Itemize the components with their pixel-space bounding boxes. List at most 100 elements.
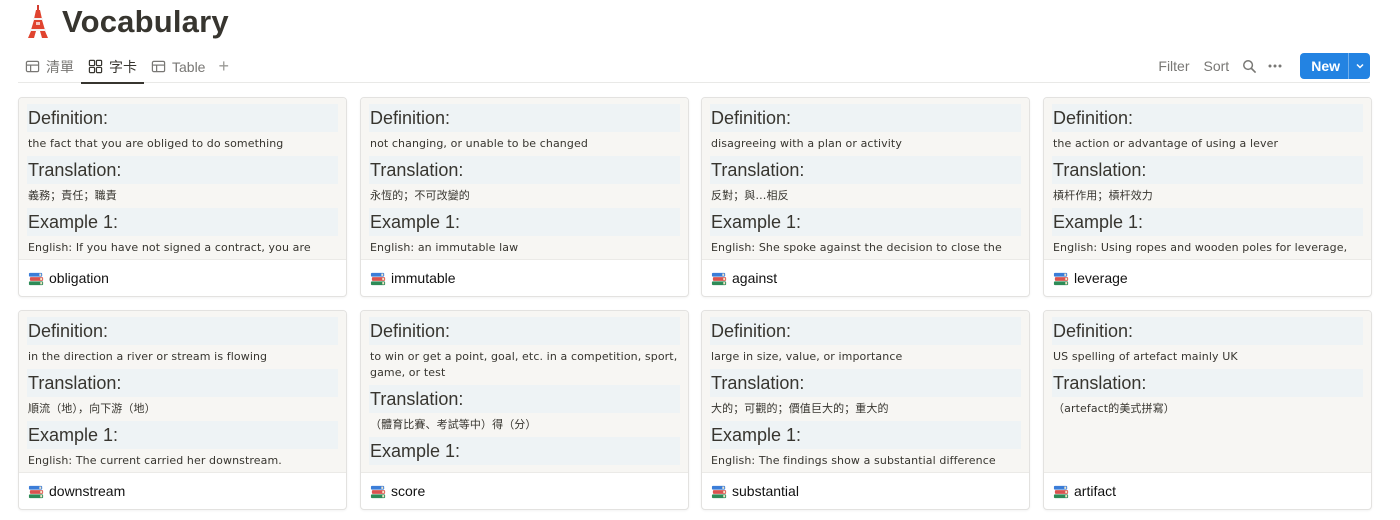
translation-text: 反對；與…相反 xyxy=(711,189,789,202)
translation-text: （artefact的美式拼寫） xyxy=(1053,402,1175,415)
card-footer: score xyxy=(370,481,680,501)
card-title: immutable xyxy=(391,270,456,286)
chevron-down-icon xyxy=(1355,63,1364,69)
card-footer: against xyxy=(711,268,1021,288)
translation-heading: Translation: xyxy=(710,369,1021,397)
example-text: English: The current carried her downstr… xyxy=(28,454,282,467)
card-footer: obligation xyxy=(28,268,338,288)
gallery-card-downstream[interactable]: Definition: in the direction a river or … xyxy=(18,310,347,510)
example-text: English: an immutable law xyxy=(370,241,519,254)
gallery-card-leverage[interactable]: Definition: the action or advantage of u… xyxy=(1043,97,1372,297)
tab-list[interactable]: 清單 xyxy=(18,50,81,83)
translation-heading: Translation: xyxy=(27,156,338,184)
tab-table[interactable]: Table xyxy=(144,50,212,83)
translation-text: 義務；責任；職責 xyxy=(28,189,117,202)
search-button[interactable] xyxy=(1236,53,1262,79)
example-heading: Example 1: xyxy=(369,208,680,236)
new-label: New xyxy=(1311,58,1340,74)
card-preview: Definition: not changing, or unable to b… xyxy=(361,98,688,260)
more-icon xyxy=(1268,64,1282,68)
books-icon xyxy=(28,272,44,285)
card-preview: Definition: in the direction a river or … xyxy=(19,311,346,473)
translation-text: 順流（地），向下游（地） xyxy=(28,402,156,415)
translation-text: （體育比賽、考試等中）得（分） xyxy=(370,418,537,431)
translation-heading: Translation: xyxy=(1052,369,1363,397)
translation-heading: Translation: xyxy=(27,369,338,397)
example-text: English: Tennant scored (a goal) in the … xyxy=(369,465,680,472)
card-preview: Definition: disagreeing with a plan or a… xyxy=(702,98,1029,260)
books-icon xyxy=(370,485,386,498)
example-heading: Example 1: xyxy=(369,437,680,465)
gallery-card-obligation[interactable]: Definition: the fact that you are oblige… xyxy=(18,97,347,297)
translation-text: 大的；可觀的；價值巨大的；重大的 xyxy=(711,402,889,415)
translation-text: 永恆的；不可改變的 xyxy=(370,189,470,202)
books-icon xyxy=(370,272,386,285)
tab-label: 字卡 xyxy=(109,58,137,75)
gallery-card-immutable[interactable]: Definition: not changing, or unable to b… xyxy=(360,97,689,297)
new-button[interactable]: New xyxy=(1300,53,1370,79)
table-icon xyxy=(151,60,166,73)
tab-label: Table xyxy=(172,58,206,75)
tokyo-tower-icon[interactable] xyxy=(24,4,52,40)
translation-heading: Translation: xyxy=(369,385,680,413)
card-footer: immutable xyxy=(370,268,680,288)
example-heading: Example 1: xyxy=(27,208,338,236)
example-heading: Example 1: xyxy=(710,208,1021,236)
tab-cards[interactable]: 字卡 xyxy=(81,50,144,84)
definition-text: US spelling of artefact mainly UK xyxy=(1053,350,1238,363)
definition-heading: Definition: xyxy=(710,317,1021,345)
card-title: downstream xyxy=(49,483,126,499)
search-icon xyxy=(1242,59,1256,73)
card-preview: Definition: the fact that you are oblige… xyxy=(19,98,346,260)
sort-button[interactable]: Sort xyxy=(1197,58,1237,74)
books-icon xyxy=(711,485,727,498)
card-footer: substantial xyxy=(711,481,1021,501)
card-title: score xyxy=(391,483,426,499)
definition-heading: Definition: xyxy=(1052,317,1363,345)
definition-text: to win or get a point, goal, etc. in a c… xyxy=(370,350,678,379)
example-heading: Example 1: xyxy=(710,421,1021,449)
books-icon xyxy=(1053,272,1069,285)
card-footer: artifact xyxy=(1053,481,1363,501)
view-bar: 清單 字卡 Table + Filter Sort New xyxy=(18,50,1370,84)
definition-text: disagreeing with a plan or activity xyxy=(711,137,902,150)
plus-icon: + xyxy=(218,56,229,76)
gallery-card-against[interactable]: Definition: disagreeing with a plan or a… xyxy=(701,97,1030,297)
toolbar: Filter Sort New xyxy=(1151,52,1370,80)
view-tabs: 清單 字卡 Table + xyxy=(18,50,235,84)
add-view-button[interactable]: + xyxy=(212,50,235,83)
definition-text: in the direction a river or stream is fl… xyxy=(28,350,268,363)
translation-heading: Translation: xyxy=(369,156,680,184)
definition-text: large in size, value, or importance xyxy=(711,350,903,363)
definition-text: not changing, or unable to be changed xyxy=(370,137,588,150)
card-preview: Definition: the action or advantage of u… xyxy=(1044,98,1371,260)
gallery-card-substantial[interactable]: Definition: large in size, value, or imp… xyxy=(701,310,1030,510)
card-title: against xyxy=(732,270,778,286)
books-icon xyxy=(711,272,727,285)
example-heading: Example 1: xyxy=(1052,208,1363,236)
gallery-card-artifact[interactable]: Definition: US spelling of artefact main… xyxy=(1043,310,1372,510)
card-title: leverage xyxy=(1074,270,1128,286)
card-preview: Definition: to win or get a point, goal,… xyxy=(361,311,688,473)
card-title: obligation xyxy=(49,270,109,286)
filter-button[interactable]: Filter xyxy=(1151,58,1196,74)
definition-text: the action or advantage of using a lever xyxy=(1053,137,1279,150)
more-button[interactable] xyxy=(1262,53,1288,79)
example-heading: Example 1: xyxy=(27,421,338,449)
definition-heading: Definition: xyxy=(1052,104,1363,132)
card-footer: downstream xyxy=(28,481,338,501)
gallery-icon xyxy=(88,59,103,74)
definition-heading: Definition: xyxy=(27,104,338,132)
definition-heading: Definition: xyxy=(710,104,1021,132)
example-text: English: Using ropes and wooden poles fo… xyxy=(1053,241,1348,259)
definition-heading: Definition: xyxy=(369,104,680,132)
page-title[interactable]: Vocabulary xyxy=(62,4,229,40)
translation-text: 槓杆作用；槓杆效力 xyxy=(1053,189,1153,202)
card-title: substantial xyxy=(732,483,799,499)
page-header: Vocabulary xyxy=(24,2,229,42)
definition-text: the fact that you are obliged to do some… xyxy=(28,137,284,150)
card-footer: leverage xyxy=(1053,268,1363,288)
new-options-button[interactable] xyxy=(1348,53,1370,79)
books-icon xyxy=(28,485,44,498)
gallery-card-score[interactable]: Definition: to win or get a point, goal,… xyxy=(360,310,689,510)
